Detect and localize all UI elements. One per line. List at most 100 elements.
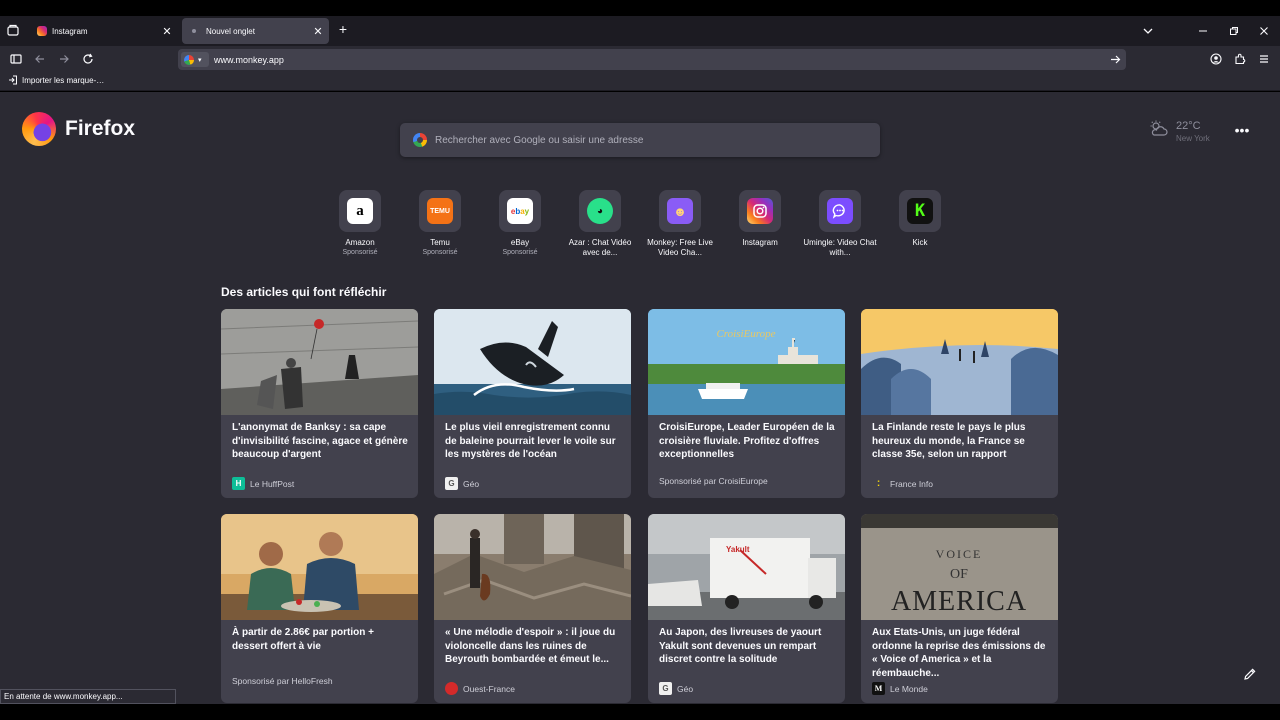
story-source-label: Géo — [677, 683, 694, 694]
sponsored-label: Sponsorisé — [502, 249, 538, 256]
hamburger-menu-icon[interactable] — [1257, 52, 1271, 66]
status-panel: En attente de www.monkey.app... — [0, 689, 176, 704]
story-source-label: Le Monde — [890, 683, 928, 694]
list-all-tabs-chevron-icon[interactable] — [1137, 20, 1159, 42]
story-source-label: Ouest-France — [463, 683, 515, 694]
story-source: : France Info — [872, 477, 933, 490]
bookmarks-toolbar: Importer les marque-… — [0, 72, 1280, 91]
import-icon — [8, 75, 18, 85]
google-icon — [184, 54, 194, 65]
story-card[interactable]: CroisiEurope CroisiEurope, Leader Europé… — [648, 309, 845, 498]
story-headline: Aux Etats-Unis, un juge fédéral ordonne … — [872, 627, 1046, 679]
shortcut-temu[interactable]: TEMU Temu Sponsorisé — [400, 190, 480, 258]
shortcut-instagram[interactable]: Instagram — [720, 190, 800, 248]
stories-section-title: Des articles qui font réfléchir — [221, 285, 387, 299]
url-input[interactable] — [214, 52, 1094, 67]
partly-cloudy-icon — [1148, 120, 1168, 138]
shortcut-label: Amazon — [345, 238, 375, 247]
address-bar[interactable]: ▾ — [178, 49, 1126, 70]
shortcut-label: Kick — [912, 238, 928, 247]
story-source-label: France Info — [890, 478, 933, 489]
svg-text:CroisiEurope: CroisiEurope — [716, 328, 775, 340]
tab-new-tab[interactable]: Nouvel onglet ✕ — [182, 18, 329, 44]
story-image-banksy — [221, 309, 418, 415]
lemonde-icon: M — [872, 682, 885, 695]
amazon-icon: a — [347, 198, 373, 224]
story-headline: À partir de 2.86€ par portion + dessert … — [232, 627, 374, 652]
franceinfo-icon: : — [876, 478, 881, 489]
extensions-icon[interactable] — [1233, 52, 1247, 66]
screen-bottom-border — [0, 704, 1280, 720]
customize-pencil-icon[interactable] — [1236, 660, 1264, 688]
restore-icon[interactable] — [1223, 20, 1245, 42]
weather-temperature: 22°C — [1176, 120, 1201, 132]
ouestfrance-icon — [445, 682, 458, 695]
firefox-wordmark: Firefox — [65, 117, 136, 140]
account-icon[interactable] — [1209, 52, 1223, 66]
new-tab-plus-icon[interactable]: + — [336, 22, 350, 36]
story-card[interactable]: Le plus vieil enregistrement connu de ba… — [434, 309, 631, 498]
search-engine-selector[interactable]: ▾ — [181, 52, 209, 67]
firefox-logo: Firefox — [22, 112, 135, 146]
more-options-icon[interactable]: ••• — [1234, 123, 1250, 140]
sponsored-label: Sponsorisé — [422, 249, 458, 256]
story-image-voa: VOICE OF AMERICA — [861, 514, 1058, 620]
import-bookmarks-item[interactable]: Importer les marque-… — [8, 75, 104, 85]
go-arrow-icon[interactable] — [1108, 52, 1122, 66]
import-bookmarks-label: Importer les marque-… — [22, 75, 105, 85]
shortcut-kick[interactable]: K Kick — [880, 190, 960, 248]
close-tab-icon[interactable]: ✕ — [311, 24, 325, 38]
shortcut-azar[interactable]: ◕ Azar : Chat Vidéo avec de... — [560, 190, 640, 258]
tab-instagram[interactable]: Instagram ✕ — [30, 18, 178, 44]
story-card[interactable]: VOICE OF AMERICA Aux Etats-Unis, un juge… — [861, 514, 1058, 703]
story-card[interactable]: « Une mélodie d'espoir » : il joue du vi… — [434, 514, 631, 703]
tab-title: Instagram — [52, 26, 88, 36]
new-tab-page: Firefox 22°C New York ••• a Amazon Spons… — [0, 92, 1280, 704]
firefox-view-icon[interactable] — [6, 24, 20, 38]
svg-text:VOICE: VOICE — [936, 547, 983, 561]
shortcut-label: Instagram — [742, 238, 778, 247]
sponsored-source-label: Sponsorisé par HelloFresh — [232, 676, 333, 686]
story-card[interactable]: À partir de 2.86€ par portion + dessert … — [221, 514, 418, 703]
story-source: H Le HuffPost — [232, 477, 294, 490]
svg-text:AMERICA: AMERICA — [891, 586, 1027, 617]
newtab-search-box[interactable] — [400, 123, 880, 157]
azar-icon: ◕ — [587, 198, 613, 224]
navigation-toolbar: ▾ — [0, 46, 1280, 72]
weather-widget[interactable]: 22°C New York — [1148, 120, 1210, 143]
shortcut-monkey[interactable]: ☻ Monkey: Free Live Video Cha... — [640, 190, 720, 258]
story-headline: L'anonymat de Banksy : sa cape d'invisib… — [232, 422, 408, 460]
weather-city: New York — [1176, 134, 1210, 143]
shortcut-umingle[interactable]: Umingle: Video Chat with... — [800, 190, 880, 258]
story-image-whale — [434, 309, 631, 415]
story-card[interactable]: La Finlande reste le pays le plus heureu… — [861, 309, 1058, 498]
story-image-cruise: CroisiEurope — [648, 309, 845, 415]
close-tab-icon[interactable]: ✕ — [160, 24, 174, 38]
monkey-icon: ☻ — [667, 198, 693, 224]
reload-icon[interactable] — [81, 52, 95, 66]
shortcut-amazon[interactable]: a Amazon Sponsorisé — [320, 190, 400, 258]
story-card[interactable]: L'anonymat de Banksy : sa cape d'invisib… — [221, 309, 418, 498]
temu-icon: TEMU — [427, 198, 453, 224]
story-card[interactable]: Yakult Au Japon, des livreuses de yaourt… — [648, 514, 845, 703]
kick-icon: K — [907, 198, 933, 224]
shortcut-label: eBay — [510, 238, 530, 247]
sponsored-source-label: Sponsorisé par CroisiEurope — [659, 476, 768, 486]
close-window-icon[interactable] — [1253, 20, 1275, 42]
minimize-icon[interactable] — [1192, 20, 1214, 42]
umingle-icon — [827, 198, 853, 224]
sponsored-label: Sponsorisé — [342, 249, 378, 256]
sidebar-icon[interactable] — [9, 52, 23, 66]
shortcut-ebay[interactable]: ebay eBay Sponsorisé — [480, 190, 560, 258]
loading-dot-icon — [192, 29, 196, 33]
story-image-finland — [861, 309, 1058, 415]
story-headline: Le plus vieil enregistrement connu de ba… — [445, 422, 616, 460]
tab-strip: Instagram ✕ Nouvel onglet ✕ + — [0, 16, 1280, 46]
back-arrow-icon[interactable] — [33, 52, 47, 66]
story-source: G Géo — [659, 682, 693, 695]
search-input[interactable] — [435, 134, 880, 146]
story-image-yakult: Yakult — [648, 514, 845, 620]
geo-icon: G — [659, 682, 672, 695]
forward-arrow-icon[interactable] — [57, 52, 71, 66]
story-headline: Au Japon, des livreuses de yaourt Yakult… — [659, 627, 822, 665]
